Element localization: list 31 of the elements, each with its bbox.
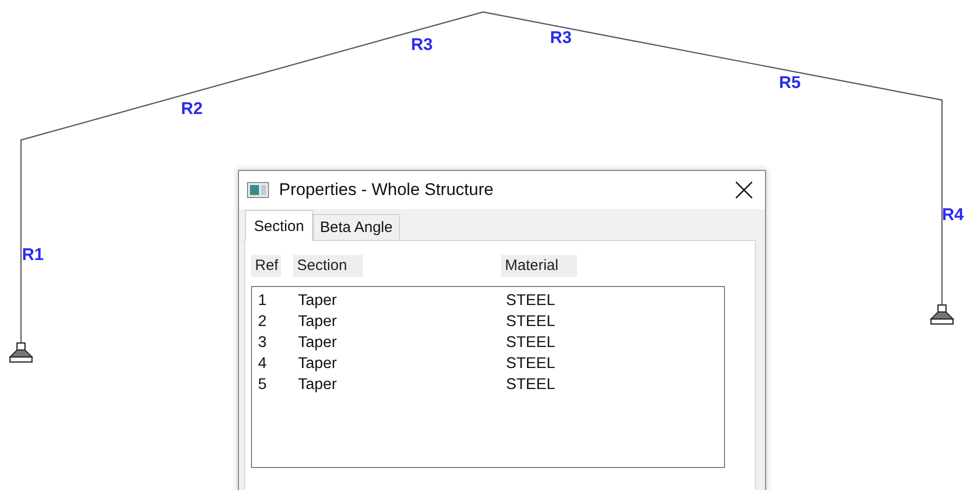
list-cell-text: STEEL [506,354,556,374]
member-label: R4 [942,205,964,224]
list-cell-text: 1 [258,291,268,311]
member-label: R1 [22,245,44,264]
member-label: R3 [550,28,572,47]
list-cell-text: 4 [258,354,268,374]
list-cell-text: 2 [258,312,268,332]
member-label: R5 [779,73,801,92]
member-label: R3 [411,35,433,54]
column-header[interactable]: Material [501,255,577,277]
list-cell-text: Taper [298,375,338,395]
close-button[interactable] [733,179,755,201]
list-cell-text: STEEL [506,291,556,311]
tab[interactable]: Section [245,210,314,241]
list-cell-text: 3 [258,333,268,353]
list-cell-text: 5 [258,375,268,395]
list-cell-text: Taper [298,291,338,311]
list-cell-text: Taper [298,354,338,374]
list-cell-text: STEEL [506,312,556,332]
member-label: R2 [181,99,203,118]
list-cell-text: Taper [298,312,338,332]
column-header[interactable]: Ref [251,255,281,277]
column-header[interactable]: Section [293,255,363,277]
list-cell-text: STEEL [506,333,556,353]
tab[interactable]: Beta Angle [313,214,400,240]
list-cell-text: Taper [298,333,338,353]
list-cell-text: STEEL [506,375,556,395]
support-icon [8,342,34,363]
window-icon [247,182,269,198]
window-title: Properties - Whole Structure [279,180,494,200]
support-icon [930,304,954,325]
